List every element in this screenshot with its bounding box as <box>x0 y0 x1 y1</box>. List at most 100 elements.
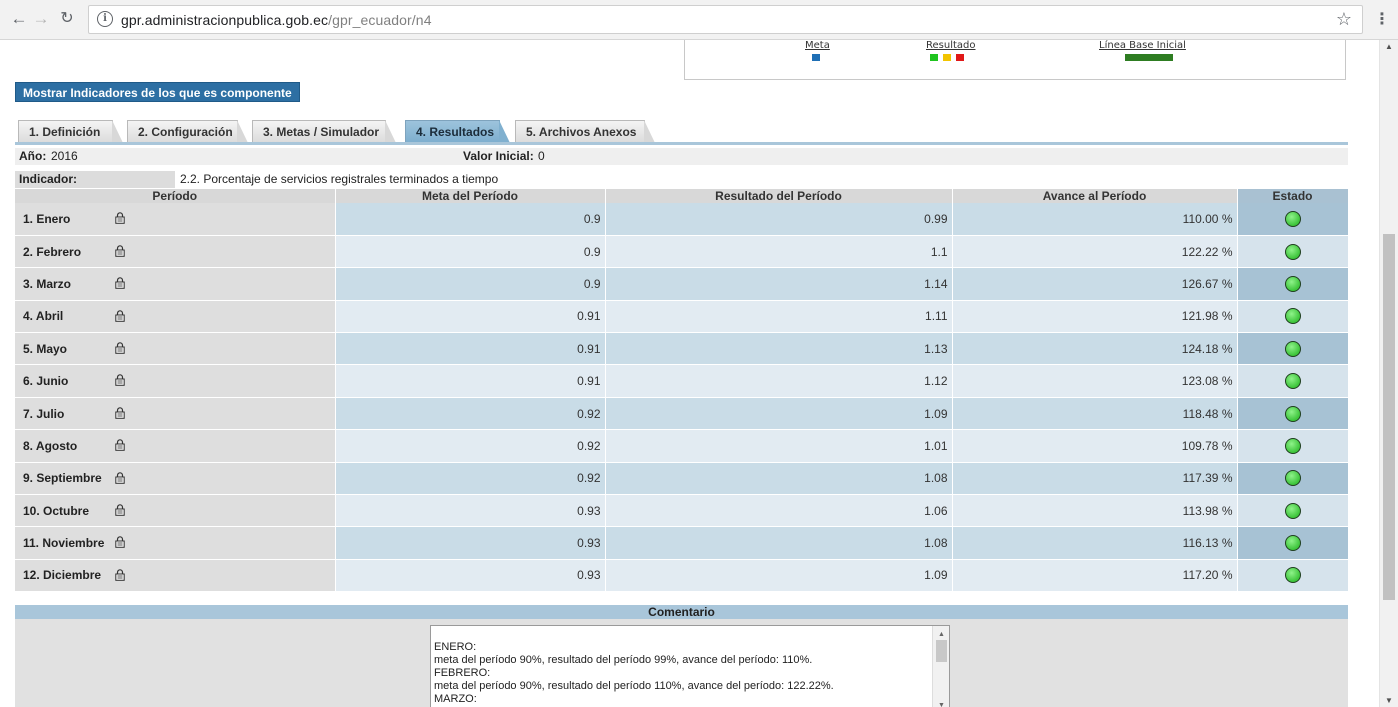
forward-arrow-icon[interactable]: → <box>30 8 52 30</box>
status-green-circle-icon <box>1284 535 1301 552</box>
resultado-cell: 1.09 <box>605 559 953 593</box>
page-scrollbar[interactable]: ▲ ▼ <box>1379 40 1398 707</box>
lock-icon[interactable] <box>115 504 125 516</box>
periodo-label: 4. Abril <box>23 309 64 324</box>
scroll-up-arrow-icon[interactable]: ▲ <box>1385 42 1393 51</box>
periodo-label: 7. Julio <box>23 406 65 421</box>
anio-label: Año: <box>19 149 47 163</box>
address-bar[interactable]: i gpr.administracionpublica.gob.ec/gpr_e… <box>88 5 1363 34</box>
table-row: 10. Octubre 0.93 1.06 113.98 % <box>15 494 1349 528</box>
lock-icon[interactable] <box>115 245 125 257</box>
scrollbar-thumb[interactable] <box>1383 234 1395 600</box>
estado-cell <box>1237 429 1349 463</box>
resultado-cell: 1.08 <box>605 526 953 560</box>
lock-icon[interactable] <box>115 277 125 290</box>
periodo-label: 5. Mayo <box>23 341 68 356</box>
scroll-down-arrow-icon[interactable]: ▼ <box>1385 696 1393 705</box>
periodo-cell: 4. Abril <box>15 300 336 334</box>
meta-cell: 0.93 <box>335 526 606 560</box>
resultado-cell: 1.11 <box>605 300 953 334</box>
info-icon[interactable]: i <box>97 11 113 27</box>
periodo-cell: 8. Agosto <box>15 429 336 463</box>
status-green-circle-icon <box>1284 275 1301 292</box>
estado-cell <box>1237 300 1349 334</box>
status-green-circle-icon <box>1284 308 1301 325</box>
tab-archivos-anexos[interactable]: 5. Archivos Anexos <box>515 120 655 143</box>
tab-metas-simulador[interactable]: 3. Metas / Simulador <box>252 120 396 143</box>
estado-cell <box>1237 332 1349 366</box>
legend-resultado-label: Resultado <box>926 40 976 51</box>
estado-cell <box>1237 559 1349 593</box>
periodo-label: 9. Septiembre <box>23 471 102 486</box>
periodo-cell: 1. Enero <box>15 203 336 236</box>
legend-resultado-yellow-swatch <box>943 54 951 61</box>
results-table: Período Meta del Período Resultado del P… <box>15 189 1349 593</box>
lock-icon[interactable] <box>115 309 125 322</box>
comentario-header: Comentario <box>15 605 1348 619</box>
avance-cell: 123.08 % <box>952 364 1238 398</box>
lock-icon[interactable] <box>115 212 125 224</box>
lock-icon[interactable] <box>115 407 125 419</box>
lock-icon[interactable] <box>115 471 125 484</box>
comentario-scrollbar[interactable]: ▲ ▼ <box>932 626 949 707</box>
comentario-area: ENERO: meta del período 90%, resultado d… <box>15 619 1348 707</box>
url-path: /gpr_ecuador/n4 <box>328 12 432 28</box>
lock-icon[interactable] <box>115 569 125 581</box>
periodo-label: 11. Noviembre <box>23 536 105 551</box>
mostrar-indicadores-button[interactable]: Mostrar Indicadores de los que es compon… <box>15 82 300 102</box>
lock-icon[interactable] <box>115 439 125 452</box>
status-green-circle-icon <box>1284 470 1301 487</box>
page-content: Meta Resultado Línea Base Inicial Mostra… <box>0 40 1379 707</box>
comentario-scroll-down-icon[interactable]: ▼ <box>938 699 945 707</box>
meta-cell: 0.9 <box>335 267 606 301</box>
anio-value: 2016 <box>51 149 78 163</box>
legend-box: Meta Resultado Línea Base Inicial <box>684 40 1346 80</box>
estado-cell <box>1237 203 1349 236</box>
table-row: 1. Enero 0.9 0.99 110.00 % <box>15 203 1349 236</box>
comentario-textarea[interactable]: ENERO: meta del período 90%, resultado d… <box>430 625 950 707</box>
bookmark-star-icon[interactable]: ☆ <box>1336 9 1352 30</box>
periodo-cell: 9. Septiembre <box>15 462 336 496</box>
periodo-label: 6. Junio <box>23 374 69 389</box>
resultado-cell: 1.08 <box>605 462 953 496</box>
resultado-cell: 1.1 <box>605 235 953 269</box>
avance-cell: 110.00 % <box>952 203 1238 236</box>
lock-icon[interactable] <box>115 374 125 387</box>
avance-cell: 116.13 % <box>952 526 1238 560</box>
tab-resultados[interactable]: 4. Resultados <box>405 120 510 143</box>
legend-meta-swatch <box>812 54 820 61</box>
estado-cell <box>1237 235 1349 269</box>
status-green-circle-icon <box>1284 210 1301 227</box>
back-arrow-icon[interactable]: ← <box>8 8 30 30</box>
comentario-scroll-thumb[interactable] <box>936 640 947 662</box>
tab-definicion[interactable]: 1. Definición <box>18 120 123 143</box>
address-url[interactable]: gpr.administracionpublica.gob.ec/gpr_ecu… <box>121 12 432 28</box>
periodo-label: 10. Octubre <box>23 503 90 518</box>
status-green-circle-icon <box>1284 437 1301 454</box>
tab-configuracion[interactable]: 2. Configuración <box>127 120 248 143</box>
tabs-underline <box>15 142 1348 145</box>
table-row: 8. Agosto 0.92 1.01 109.78 % <box>15 429 1349 463</box>
meta-cell: 0.91 <box>335 300 606 334</box>
resultado-cell: 1.01 <box>605 429 953 463</box>
lock-icon[interactable] <box>115 342 125 354</box>
indicador-row: Indicador: 2.2. Porcentaje de servicios … <box>15 171 1348 188</box>
avance-cell: 118.48 % <box>952 397 1238 431</box>
anio-row: Año: 2016 Valor Inicial: 0 <box>15 148 1348 165</box>
browser-menu-icon[interactable]: ⋮ <box>1374 9 1390 29</box>
estado-cell <box>1237 462 1349 496</box>
reload-icon[interactable]: ↻ <box>56 8 78 30</box>
avance-cell: 113.98 % <box>952 494 1238 528</box>
table-row: 3. Marzo 0.9 1.14 126.67 % <box>15 267 1349 301</box>
lock-icon[interactable] <box>115 536 125 549</box>
periodo-label: 2. Febrero <box>23 244 82 259</box>
legend-resultado-red-swatch <box>956 54 964 61</box>
table-row: 7. Julio 0.92 1.09 118.48 % <box>15 397 1349 431</box>
table-row: 6. Junio 0.91 1.12 123.08 % <box>15 364 1349 398</box>
header-estado: Estado <box>1237 189 1349 203</box>
meta-cell: 0.91 <box>335 332 606 366</box>
estado-cell <box>1237 364 1349 398</box>
periodo-cell: 6. Junio <box>15 364 336 398</box>
table-row: 9. Septiembre 0.92 1.08 117.39 % <box>15 462 1349 496</box>
header-periodo: Período <box>15 189 336 203</box>
